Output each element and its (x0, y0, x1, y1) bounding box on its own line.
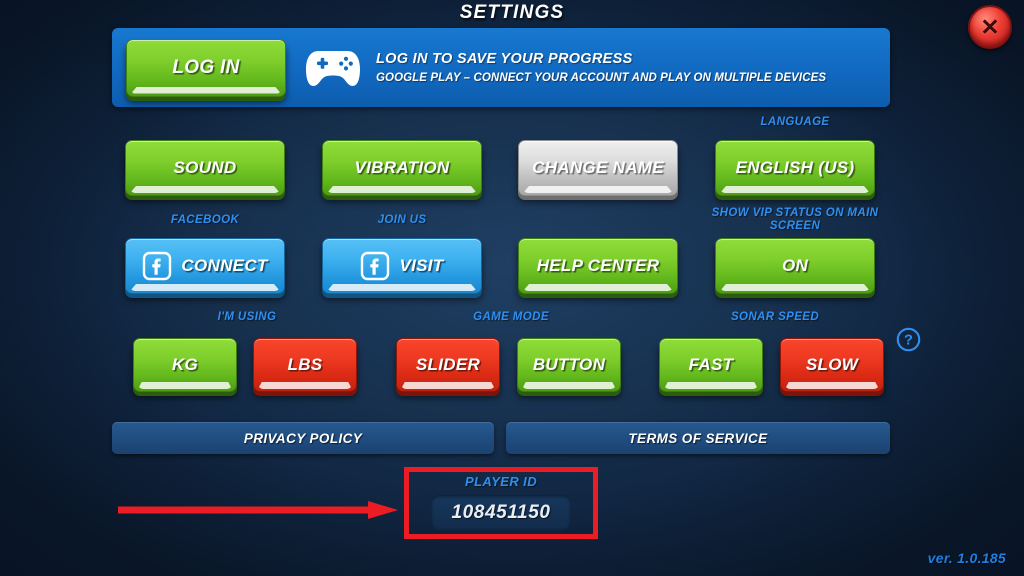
svg-text:?: ? (904, 333, 913, 349)
vip-status-toggle[interactable]: ON (715, 238, 875, 294)
facebook-connect-button[interactable]: CONNECT (125, 238, 285, 294)
gamepad-icon (306, 50, 360, 86)
login-button-wrapper: LOG IN (126, 38, 286, 97)
button-highlight (131, 86, 281, 94)
close-button[interactable]: ✕ (968, 5, 1012, 49)
vip-status-label: ON (781, 256, 809, 275)
button-highlight (327, 186, 477, 193)
button-highlight (785, 382, 879, 389)
vibration-button[interactable]: VIBRATION (322, 140, 482, 196)
close-icon: ✕ (980, 13, 1000, 40)
privacy-policy-button[interactable]: PRIVACY POLICY (112, 422, 494, 454)
facebook-visit-button[interactable]: VISIT (322, 238, 482, 294)
language-button[interactable]: ENGLISH (US) (715, 140, 875, 196)
button-highlight (720, 186, 870, 193)
player-id-value: 108451150 (451, 501, 551, 523)
game-mode-button-label: BUTTON (532, 355, 606, 374)
button-highlight (130, 284, 280, 291)
caption-facebook: FACEBOOK (170, 214, 240, 226)
button-highlight (258, 382, 352, 389)
page-title: SETTINGS (459, 2, 565, 23)
settings-screen: SETTINGS ✕ LOG IN LOG IN TO SAVE YOUR PR… (0, 0, 1024, 576)
login-banner: LOG IN LOG IN TO SAVE YOUR PROGRESS GOOG… (112, 28, 890, 107)
caption-language: LANGUAGE (760, 116, 830, 128)
privacy-policy-label: PRIVACY POLICY (243, 430, 363, 446)
facebook-connect-label: CONNECT (181, 256, 268, 275)
units-lbs-button[interactable]: LBS (253, 338, 357, 392)
annotation-arrow-icon (118, 501, 398, 519)
game-mode-slider-label: SLIDER (415, 355, 481, 374)
sound-button[interactable]: SOUND (125, 140, 285, 196)
units-kg-button[interactable]: KG (133, 338, 237, 392)
button-highlight (523, 284, 673, 291)
change-name-button-label: CHANGE NAME (532, 158, 664, 177)
terms-of-service-button[interactable]: TERMS OF SERVICE (506, 422, 890, 454)
facebook-visit-label: VISIT (399, 256, 444, 275)
button-highlight (522, 382, 616, 389)
help-center-label: HELP CENTER (536, 256, 660, 275)
caption-vip-status: SHOW VIP STATUS ON MAIN SCREEN (711, 207, 879, 232)
units-lbs-label: LBS (287, 355, 323, 374)
player-id-block: PLAYER ID 108451150 (404, 467, 598, 539)
caption-join-us: JOIN US (377, 214, 427, 226)
game-mode-slider-button[interactable]: SLIDER (396, 338, 500, 392)
game-mode-button-button[interactable]: BUTTON (517, 338, 621, 392)
caption-sonar-speed: SONAR SPEED (730, 311, 820, 323)
terms-of-service-label: TERMS OF SERVICE (628, 430, 768, 446)
sonar-speed-slow-label: SLOW (805, 355, 859, 374)
facebook-icon (361, 251, 390, 281)
button-highlight (327, 284, 477, 291)
sonar-speed-fast-button[interactable]: FAST (659, 338, 763, 392)
banner-headline: LOG IN TO SAVE YOUR PROGRESS (376, 51, 633, 67)
question-mark-icon[interactable]: ? (896, 327, 921, 352)
language-button-label: ENGLISH (US) (735, 158, 855, 177)
button-highlight (523, 186, 673, 193)
banner-text: LOG IN TO SAVE YOUR PROGRESS GOOGLE PLAY… (376, 51, 826, 84)
button-highlight (138, 382, 232, 389)
button-highlight (664, 382, 758, 389)
login-button[interactable]: LOG IN (126, 38, 286, 97)
login-button-label: LOG IN (172, 56, 240, 78)
vibration-button-label: VIBRATION (354, 158, 450, 177)
change-name-button[interactable]: CHANGE NAME (518, 140, 678, 196)
button-highlight (130, 186, 280, 193)
banner-subline: GOOGLE PLAY – CONNECT YOUR ACCOUNT AND P… (376, 72, 827, 84)
sonar-speed-slow-button[interactable]: SLOW (780, 338, 884, 392)
sound-button-label: SOUND (173, 158, 237, 177)
version-label: ver. 1.0.185 (927, 550, 1006, 566)
facebook-icon (143, 251, 172, 281)
sonar-speed-fast-label: FAST (688, 355, 734, 374)
help-center-button[interactable]: HELP CENTER (518, 238, 678, 294)
caption-game-mode: GAME MODE (473, 311, 549, 323)
player-id-label: PLAYER ID (465, 474, 537, 489)
button-highlight (401, 382, 495, 389)
caption-units: I'M USING (217, 311, 277, 323)
button-highlight (720, 284, 870, 291)
units-kg-label: KG (171, 355, 199, 374)
player-id-value-box[interactable]: 108451150 (431, 495, 571, 530)
